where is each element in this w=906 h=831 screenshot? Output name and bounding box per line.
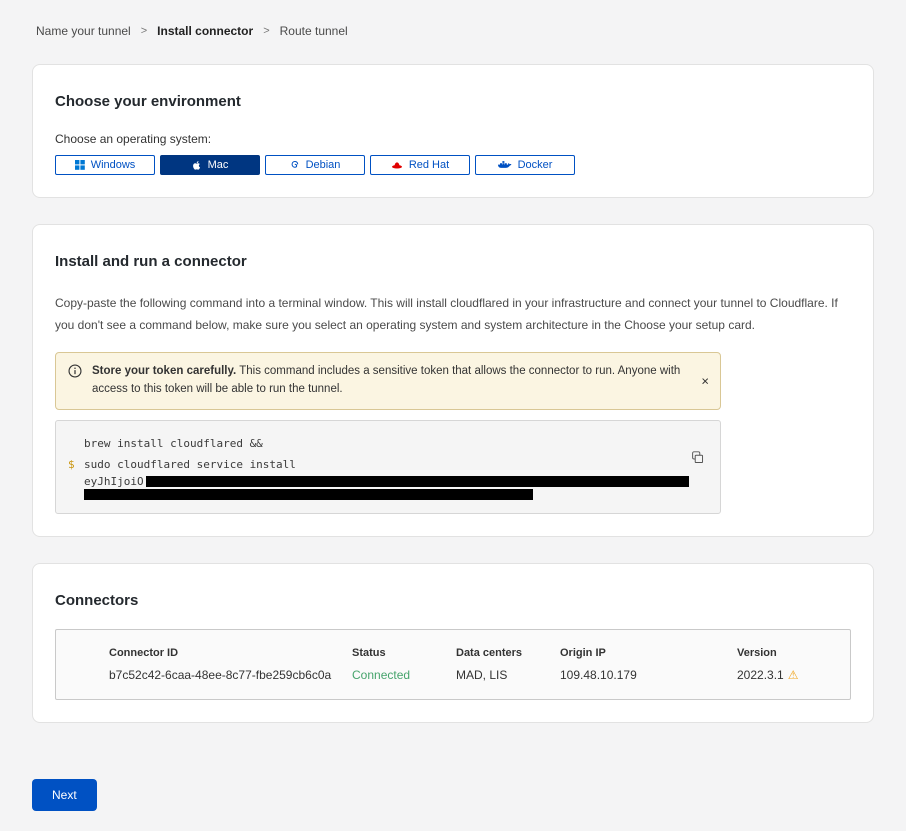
token-warning-text: Store your token carefully. This command…: [92, 363, 686, 399]
debian-icon: [290, 160, 300, 170]
os-button-label: Docker: [518, 159, 553, 171]
docker-icon: [498, 160, 512, 170]
os-button-redhat[interactable]: Red Hat: [370, 155, 470, 175]
copy-icon[interactable]: [691, 451, 704, 472]
cell-origin-ip: 109.48.10.179: [560, 668, 737, 682]
info-icon: [68, 364, 82, 385]
os-button-group: Windows Mac Debian Red Hat: [55, 155, 851, 175]
os-button-debian[interactable]: Debian: [265, 155, 365, 175]
shell-prompt: $: [68, 455, 84, 476]
column-header-data-centers: Data centers: [456, 647, 560, 659]
page: Name your tunnel > Install connector > R…: [0, 0, 906, 831]
token-visible-prefix: eyJhIjoiO: [84, 475, 144, 488]
breadcrumb-separator: >: [141, 25, 147, 37]
column-header-version: Version: [737, 647, 840, 659]
install-command-block: brew install cloudflared && $ sudo cloud…: [55, 420, 721, 514]
os-button-label: Red Hat: [409, 159, 449, 171]
column-header-origin-ip: Origin IP: [560, 647, 737, 659]
connectors-card: Connectors Connector ID Status Data cent…: [32, 563, 874, 723]
code-line-2: $ sudo cloudflared service install eyJhI…: [68, 455, 704, 500]
environment-card: Choose your environment Choose an operat…: [32, 64, 874, 198]
cell-data-centers: MAD, LIS: [456, 668, 560, 682]
os-button-windows[interactable]: Windows: [55, 155, 155, 175]
install-connector-card: Install and run a connector Copy-paste t…: [32, 224, 874, 537]
code-line-2-text: sudo cloudflared service install: [84, 455, 689, 476]
os-button-label: Mac: [208, 159, 229, 171]
column-header-connector-id: Connector ID: [109, 647, 352, 659]
token-warning-bold: Store your token carefully.: [92, 365, 236, 377]
os-button-label: Debian: [306, 159, 341, 171]
column-header-status: Status: [352, 647, 456, 659]
redhat-icon: [391, 161, 403, 170]
version-value: 2022.3.1: [737, 668, 784, 682]
install-card-description: Copy-paste the following command into a …: [55, 292, 851, 336]
environment-card-title: Choose your environment: [55, 93, 851, 110]
breadcrumb-step-route-tunnel[interactable]: Route tunnel: [280, 24, 348, 38]
breadcrumb-step-name-your-tunnel[interactable]: Name your tunnel: [36, 24, 131, 38]
breadcrumb-separator: >: [263, 25, 269, 37]
code-command: sudo cloudflared service install eyJhIjo…: [84, 455, 689, 500]
cell-version: 2022.3.1 ⚠: [737, 668, 840, 682]
close-icon[interactable]: ×: [701, 375, 709, 388]
install-card-title: Install and run a connector: [55, 253, 851, 270]
token-warning-banner: Store your token carefully. This command…: [55, 352, 721, 410]
code-line-1: brew install cloudflared &&: [68, 434, 704, 455]
token-line: eyJhIjoiO: [84, 476, 689, 488]
connectors-card-title: Connectors: [55, 592, 851, 609]
redaction-bar: [146, 476, 689, 487]
cell-connector-id: b7c52c42-6caa-48ee-8c77-fbe259cb6c0a: [109, 668, 352, 682]
apple-icon: [192, 160, 202, 171]
next-button[interactable]: Next: [32, 779, 97, 811]
connectors-table: Connector ID Status Data centers Origin …: [55, 629, 851, 700]
code-line-1-text: brew install cloudflared &&: [84, 434, 263, 455]
os-button-label: Windows: [91, 159, 136, 171]
breadcrumb: Name your tunnel > Install connector > R…: [36, 24, 870, 38]
os-button-mac[interactable]: Mac: [160, 155, 260, 175]
os-button-docker[interactable]: Docker: [475, 155, 575, 175]
cell-status: Connected: [352, 668, 456, 682]
windows-icon: [75, 160, 85, 170]
breadcrumb-step-install-connector[interactable]: Install connector: [157, 24, 253, 38]
version-warning-icon: ⚠: [788, 668, 799, 682]
redaction-bar: [84, 489, 533, 500]
os-select-label: Choose an operating system:: [55, 132, 851, 146]
